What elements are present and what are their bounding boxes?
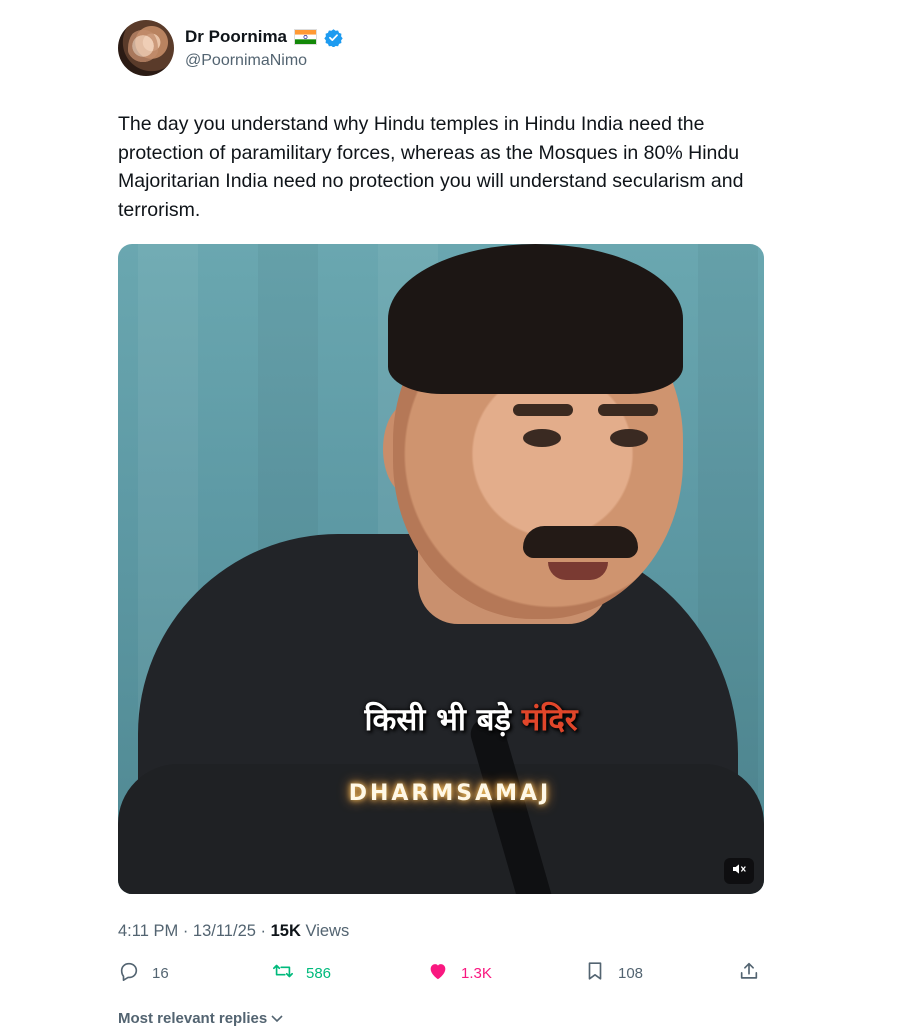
mute-button[interactable] — [724, 858, 754, 884]
caption-highlight: मंदिर — [521, 702, 578, 738]
india-flag-icon — [294, 29, 318, 45]
speaker-eye — [523, 429, 561, 447]
reply-button[interactable]: 16 — [118, 960, 169, 986]
reply-icon — [118, 960, 140, 986]
chevron-down-icon — [271, 1010, 283, 1027]
tweet-time[interactable]: 4:11 PM — [118, 922, 178, 940]
meta-separator: · — [182, 922, 189, 940]
meta-separator: · — [260, 922, 267, 940]
replies-sort-dropdown[interactable]: Most relevant replies — [118, 1010, 283, 1027]
user-handle[interactable]: @PoornimaNimo — [185, 52, 307, 70]
speaker-hair — [388, 244, 683, 394]
tweet-header: Dr Poornima @PoornimaNimo — [118, 20, 764, 78]
volume-muted-icon — [731, 861, 747, 882]
reply-count: 16 — [152, 964, 169, 982]
action-bar: 16 586 1.3K 108 — [118, 960, 764, 986]
tweet-text: The day you understand why Hindu temples… — [118, 113, 744, 221]
bookmark-count: 108 — [618, 964, 644, 982]
retweet-icon — [272, 960, 294, 986]
replies-sort-label: Most relevant replies — [118, 1010, 268, 1027]
speaker-brow — [513, 404, 573, 416]
retweet-count: 586 — [306, 964, 332, 982]
share-button[interactable] — [738, 960, 760, 986]
views-count: 15K — [270, 922, 301, 940]
tweet-meta: 4:11 PM · 13/11/25 · 15K Views — [118, 922, 349, 941]
tweet-date[interactable]: 13/11/25 — [193, 922, 256, 940]
video-player[interactable]: किसी भी बड़े मंदिर DHARMSAMAJ — [118, 244, 764, 894]
speaker-brow — [598, 404, 658, 416]
channel-watermark: DHARMSAMAJ — [348, 781, 552, 806]
avatar[interactable] — [118, 20, 174, 76]
share-icon — [738, 960, 760, 986]
speaker-mustache — [523, 526, 638, 558]
verified-badge-icon — [324, 28, 343, 48]
bookmark-button[interactable]: 108 — [584, 960, 643, 986]
like-count: 1.3K — [461, 964, 492, 982]
name-row: Dr Poornima — [185, 27, 343, 48]
display-name[interactable]: Dr Poornima — [185, 27, 287, 47]
speaker-eye — [610, 429, 648, 447]
like-button[interactable]: 1.3K — [427, 960, 492, 986]
retweet-button[interactable]: 586 — [272, 960, 331, 986]
video-caption: किसी भी बड़े मंदिर — [118, 698, 764, 740]
heart-icon — [427, 960, 449, 986]
caption-text: किसी भी बड़े — [364, 702, 511, 738]
views-label: Views — [305, 922, 350, 940]
bookmark-icon — [584, 960, 606, 986]
speaker-mouth — [548, 562, 608, 580]
